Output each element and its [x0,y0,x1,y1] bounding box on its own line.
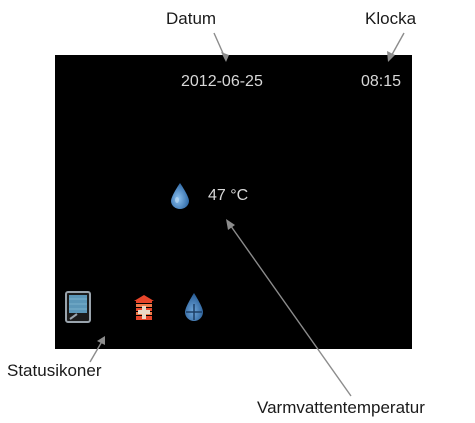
display-screen: 2012-06-25 08:15 47 °C [55,55,412,349]
water-drop-icon [171,183,189,209]
callout-klocka: Klocka [365,9,417,28]
hot-water-status-icon [185,293,203,321]
hot-water-temperature: 47 °C [208,187,249,204]
heating-status-icon [134,295,154,320]
date-display: 2012-06-25 [181,73,263,90]
callout-statusikoner: Statusikoner [7,361,102,380]
callout-varmvattentemperatur: Varmvattentemperatur [257,398,425,417]
clock-display: 08:15 [361,73,402,90]
display-status-icon [65,291,91,323]
callout-datum: Datum [166,9,217,28]
